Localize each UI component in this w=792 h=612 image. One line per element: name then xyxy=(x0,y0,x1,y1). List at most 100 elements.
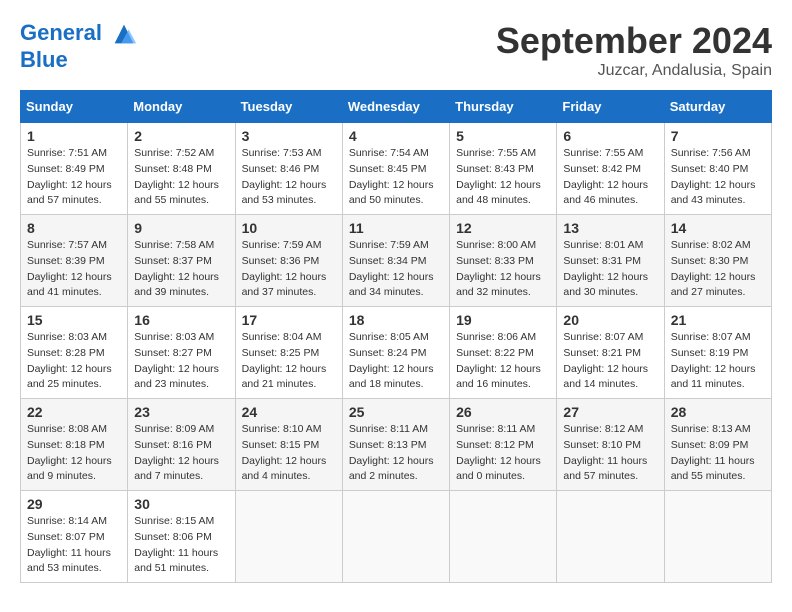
day-number: 5 xyxy=(456,128,550,144)
logo-text: General xyxy=(20,20,138,48)
calendar-cell: 22 Sunrise: 8:08 AM Sunset: 8:18 PM Dayl… xyxy=(21,399,128,491)
header-saturday: Saturday xyxy=(664,91,771,123)
calendar-cell: 17 Sunrise: 8:04 AM Sunset: 8:25 PM Dayl… xyxy=(235,307,342,399)
day-info: Sunrise: 8:14 AM Sunset: 8:07 PM Dayligh… xyxy=(27,514,121,577)
day-number: 18 xyxy=(349,312,443,328)
calendar-cell: 16 Sunrise: 8:03 AM Sunset: 8:27 PM Dayl… xyxy=(128,307,235,399)
calendar-cell: 2 Sunrise: 7:52 AM Sunset: 8:48 PM Dayli… xyxy=(128,123,235,215)
day-number: 19 xyxy=(456,312,550,328)
day-info: Sunrise: 7:53 AM Sunset: 8:46 PM Dayligh… xyxy=(242,146,336,209)
calendar-cell: 15 Sunrise: 8:03 AM Sunset: 8:28 PM Dayl… xyxy=(21,307,128,399)
calendar-cell: 28 Sunrise: 8:13 AM Sunset: 8:09 PM Dayl… xyxy=(664,399,771,491)
logo-general: General xyxy=(20,20,102,45)
day-number: 10 xyxy=(242,220,336,236)
location: Juzcar, Andalusia, Spain xyxy=(496,62,772,80)
calendar-cell: 25 Sunrise: 8:11 AM Sunset: 8:13 PM Dayl… xyxy=(342,399,449,491)
day-info: Sunrise: 8:15 AM Sunset: 8:06 PM Dayligh… xyxy=(134,514,228,577)
day-info: Sunrise: 8:01 AM Sunset: 8:31 PM Dayligh… xyxy=(563,238,657,301)
calendar-cell: 12 Sunrise: 8:00 AM Sunset: 8:33 PM Dayl… xyxy=(450,215,557,307)
day-number: 29 xyxy=(27,496,121,512)
day-info: Sunrise: 8:03 AM Sunset: 8:28 PM Dayligh… xyxy=(27,330,121,393)
day-info: Sunrise: 8:11 AM Sunset: 8:13 PM Dayligh… xyxy=(349,422,443,485)
day-number: 22 xyxy=(27,404,121,420)
calendar-cell xyxy=(342,491,449,583)
header-monday: Monday xyxy=(128,91,235,123)
calendar-cell: 18 Sunrise: 8:05 AM Sunset: 8:24 PM Dayl… xyxy=(342,307,449,399)
day-number: 24 xyxy=(242,404,336,420)
month-title: September 2024 xyxy=(496,20,772,62)
weekday-header-row: Sunday Monday Tuesday Wednesday Thursday… xyxy=(21,91,772,123)
calendar-week-row: 22 Sunrise: 8:08 AM Sunset: 8:18 PM Dayl… xyxy=(21,399,772,491)
day-number: 7 xyxy=(671,128,765,144)
day-info: Sunrise: 7:51 AM Sunset: 8:49 PM Dayligh… xyxy=(27,146,121,209)
calendar-body: 1 Sunrise: 7:51 AM Sunset: 8:49 PM Dayli… xyxy=(21,123,772,583)
calendar-cell: 1 Sunrise: 7:51 AM Sunset: 8:49 PM Dayli… xyxy=(21,123,128,215)
day-number: 12 xyxy=(456,220,550,236)
calendar-week-row: 15 Sunrise: 8:03 AM Sunset: 8:28 PM Dayl… xyxy=(21,307,772,399)
page-header: General Blue September 2024 Juzcar, Anda… xyxy=(20,20,772,80)
calendar-cell: 10 Sunrise: 7:59 AM Sunset: 8:36 PM Dayl… xyxy=(235,215,342,307)
header-sunday: Sunday xyxy=(21,91,128,123)
day-info: Sunrise: 8:11 AM Sunset: 8:12 PM Dayligh… xyxy=(456,422,550,485)
calendar-cell: 27 Sunrise: 8:12 AM Sunset: 8:10 PM Dayl… xyxy=(557,399,664,491)
calendar-cell: 26 Sunrise: 8:11 AM Sunset: 8:12 PM Dayl… xyxy=(450,399,557,491)
calendar-cell: 29 Sunrise: 8:14 AM Sunset: 8:07 PM Dayl… xyxy=(21,491,128,583)
calendar-week-row: 29 Sunrise: 8:14 AM Sunset: 8:07 PM Dayl… xyxy=(21,491,772,583)
calendar-week-row: 8 Sunrise: 7:57 AM Sunset: 8:39 PM Dayli… xyxy=(21,215,772,307)
calendar-cell: 30 Sunrise: 8:15 AM Sunset: 8:06 PM Dayl… xyxy=(128,491,235,583)
day-info: Sunrise: 8:10 AM Sunset: 8:15 PM Dayligh… xyxy=(242,422,336,485)
day-number: 21 xyxy=(671,312,765,328)
logo: General Blue xyxy=(20,20,138,72)
calendar-cell xyxy=(235,491,342,583)
calendar-cell: 8 Sunrise: 7:57 AM Sunset: 8:39 PM Dayli… xyxy=(21,215,128,307)
day-info: Sunrise: 7:55 AM Sunset: 8:43 PM Dayligh… xyxy=(456,146,550,209)
day-number: 8 xyxy=(27,220,121,236)
calendar-cell: 11 Sunrise: 7:59 AM Sunset: 8:34 PM Dayl… xyxy=(342,215,449,307)
calendar-cell xyxy=(450,491,557,583)
header-wednesday: Wednesday xyxy=(342,91,449,123)
calendar-cell: 14 Sunrise: 8:02 AM Sunset: 8:30 PM Dayl… xyxy=(664,215,771,307)
day-number: 6 xyxy=(563,128,657,144)
day-info: Sunrise: 8:03 AM Sunset: 8:27 PM Dayligh… xyxy=(134,330,228,393)
day-info: Sunrise: 7:59 AM Sunset: 8:34 PM Dayligh… xyxy=(349,238,443,301)
logo-icon xyxy=(110,20,138,48)
day-info: Sunrise: 7:52 AM Sunset: 8:48 PM Dayligh… xyxy=(134,146,228,209)
calendar-cell: 9 Sunrise: 7:58 AM Sunset: 8:37 PM Dayli… xyxy=(128,215,235,307)
day-number: 25 xyxy=(349,404,443,420)
day-info: Sunrise: 8:02 AM Sunset: 8:30 PM Dayligh… xyxy=(671,238,765,301)
day-number: 14 xyxy=(671,220,765,236)
calendar-table: Sunday Monday Tuesday Wednesday Thursday… xyxy=(20,90,772,583)
day-info: Sunrise: 7:58 AM Sunset: 8:37 PM Dayligh… xyxy=(134,238,228,301)
day-info: Sunrise: 8:08 AM Sunset: 8:18 PM Dayligh… xyxy=(27,422,121,485)
day-number: 4 xyxy=(349,128,443,144)
day-number: 28 xyxy=(671,404,765,420)
calendar-header: Sunday Monday Tuesday Wednesday Thursday… xyxy=(21,91,772,123)
day-number: 2 xyxy=(134,128,228,144)
day-number: 27 xyxy=(563,404,657,420)
day-number: 23 xyxy=(134,404,228,420)
calendar-cell xyxy=(557,491,664,583)
calendar-cell: 6 Sunrise: 7:55 AM Sunset: 8:42 PM Dayli… xyxy=(557,123,664,215)
day-number: 30 xyxy=(134,496,228,512)
day-info: Sunrise: 8:13 AM Sunset: 8:09 PM Dayligh… xyxy=(671,422,765,485)
day-info: Sunrise: 8:00 AM Sunset: 8:33 PM Dayligh… xyxy=(456,238,550,301)
calendar-cell: 23 Sunrise: 8:09 AM Sunset: 8:16 PM Dayl… xyxy=(128,399,235,491)
day-info: Sunrise: 8:04 AM Sunset: 8:25 PM Dayligh… xyxy=(242,330,336,393)
day-info: Sunrise: 8:07 AM Sunset: 8:19 PM Dayligh… xyxy=(671,330,765,393)
calendar-cell: 13 Sunrise: 8:01 AM Sunset: 8:31 PM Dayl… xyxy=(557,215,664,307)
header-tuesday: Tuesday xyxy=(235,91,342,123)
day-number: 9 xyxy=(134,220,228,236)
day-number: 11 xyxy=(349,220,443,236)
calendar-week-row: 1 Sunrise: 7:51 AM Sunset: 8:49 PM Dayli… xyxy=(21,123,772,215)
day-number: 13 xyxy=(563,220,657,236)
day-info: Sunrise: 8:12 AM Sunset: 8:10 PM Dayligh… xyxy=(563,422,657,485)
calendar-cell: 7 Sunrise: 7:56 AM Sunset: 8:40 PM Dayli… xyxy=(664,123,771,215)
day-info: Sunrise: 7:56 AM Sunset: 8:40 PM Dayligh… xyxy=(671,146,765,209)
day-number: 15 xyxy=(27,312,121,328)
calendar-cell: 5 Sunrise: 7:55 AM Sunset: 8:43 PM Dayli… xyxy=(450,123,557,215)
day-info: Sunrise: 8:09 AM Sunset: 8:16 PM Dayligh… xyxy=(134,422,228,485)
calendar-cell: 19 Sunrise: 8:06 AM Sunset: 8:22 PM Dayl… xyxy=(450,307,557,399)
day-number: 3 xyxy=(242,128,336,144)
header-thursday: Thursday xyxy=(450,91,557,123)
day-info: Sunrise: 8:07 AM Sunset: 8:21 PM Dayligh… xyxy=(563,330,657,393)
